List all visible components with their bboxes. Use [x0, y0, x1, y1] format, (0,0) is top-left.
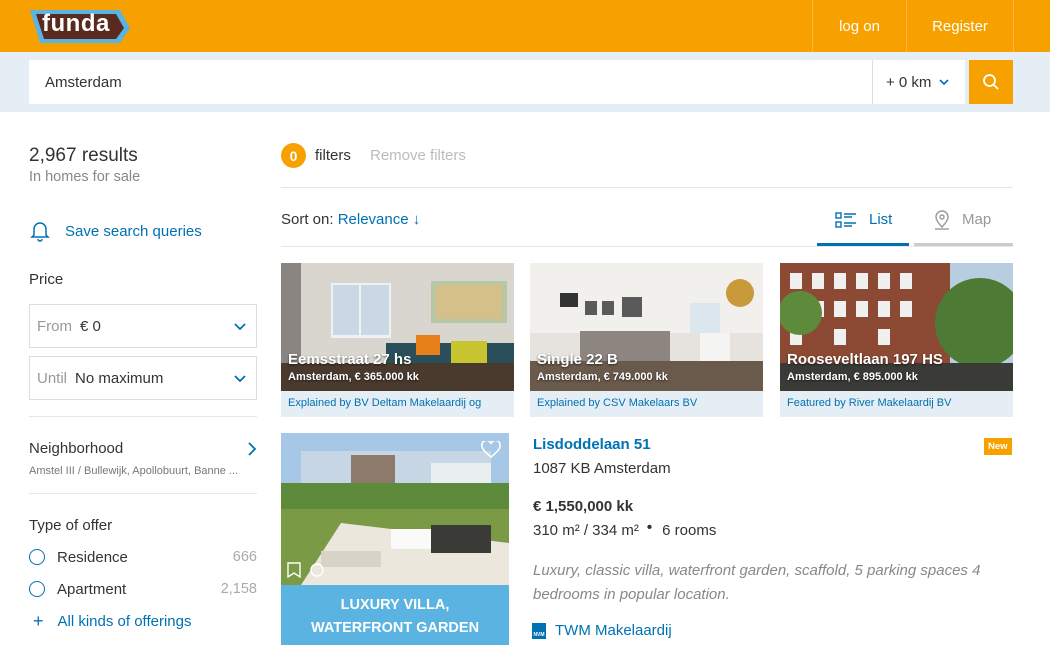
- card-subtitle: Amsterdam, € 365.000 kk: [288, 371, 419, 383]
- list-view-label: List: [869, 211, 893, 228]
- new-badge: New: [984, 438, 1012, 455]
- divider: [29, 493, 257, 494]
- separator-dot: •: [646, 519, 653, 536]
- listing-description: Luxury, classic villa, waterfront garden…: [533, 562, 981, 603]
- list-icon: [835, 211, 856, 228]
- offer-option-apartment[interactable]: Apartment 2,158: [29, 579, 257, 599]
- search-input[interactable]: [29, 60, 872, 104]
- results-count: 2,967 results: [29, 145, 138, 166]
- price-until-value: No maximum: [75, 369, 164, 387]
- plus-icon: +: [33, 611, 44, 631]
- banner-line: WATERFRONT GARDEN: [310, 620, 480, 636]
- listing-card[interactable]: Rooseveltlaan 197 HS Amsterdam, € 895.00…: [780, 263, 1013, 417]
- listing-agent-link[interactable]: NVM TWM Makelaardij: [532, 622, 672, 639]
- listing-title[interactable]: Lisdoddelaan 51: [533, 436, 651, 453]
- price-until-select[interactable]: Until No maximum: [29, 356, 257, 400]
- listing-card[interactable]: Single 22 B Amsterdam, € 749.000 kk Expl…: [530, 263, 763, 417]
- save-search-link[interactable]: Save search queries: [29, 220, 202, 242]
- listing-card[interactable]: Eemsstraat 27 hs Amsterdam, € 365.000 kk…: [281, 263, 514, 417]
- sort-select[interactable]: Relevance ↓: [338, 211, 421, 228]
- bookmark-icon: [287, 562, 301, 578]
- chevron-down-icon: [234, 375, 246, 383]
- price-from-select[interactable]: From € 0: [29, 304, 257, 348]
- banner-line: LUXURY VILLA,: [340, 597, 450, 613]
- radius-value: + 0 km: [886, 73, 932, 91]
- divider: [281, 246, 1013, 247]
- price-from-value: € 0: [80, 317, 101, 335]
- price-until-label: Until: [37, 369, 68, 387]
- chevron-right-icon[interactable]: [246, 441, 258, 457]
- filter-count-badge: 0: [281, 143, 306, 168]
- offer-option-residence[interactable]: Residence 666: [29, 547, 257, 567]
- radius-select[interactable]: + 0 km: [872, 60, 965, 104]
- chevron-down-icon: [939, 79, 950, 86]
- tab-list-view[interactable]: List: [817, 196, 909, 246]
- card-agent[interactable]: Featured by River Makelaardij BV: [780, 391, 1013, 417]
- divider: [281, 187, 1013, 188]
- price-from-label: From: [37, 317, 72, 335]
- card-agent[interactable]: Explained by BV Deltam Makelaardij og: [281, 391, 514, 417]
- sort-control: Sort on: Relevance ↓: [281, 211, 420, 228]
- offer-heading: Type of offer: [29, 517, 113, 534]
- search-icon: [983, 74, 999, 90]
- card-title: Rooseveltlaan 197 HS: [787, 351, 943, 368]
- offer-option-count: 666: [232, 549, 257, 565]
- card-agent[interactable]: Explained by CSV Makelaars BV: [530, 391, 763, 417]
- listing-price: € 1,550,000 kk: [533, 498, 634, 515]
- card-subtitle: Amsterdam, € 749.000 kk: [537, 371, 668, 383]
- search-bar: + 0 km: [0, 52, 1050, 112]
- remove-filters-link[interactable]: Remove filters: [370, 147, 466, 164]
- save-search-label: Save search queries: [65, 222, 202, 240]
- neighborhood-subtitle: Amstel III / Bullewijk, Apollobuurt, Ban…: [29, 465, 239, 477]
- offer-option-count: 2,158: [220, 581, 257, 597]
- offer-option-label: Apartment: [57, 580, 127, 598]
- all-offerings-link[interactable]: + All kinds of offerings: [33, 611, 191, 632]
- register-button[interactable]: Register: [906, 0, 1014, 52]
- photo-overlay-icons: [287, 562, 325, 578]
- map-view-label: Map: [962, 211, 992, 228]
- results-subtitle: In homes for sale: [29, 169, 141, 185]
- filters-label: filters: [315, 147, 351, 164]
- neighborhood-heading[interactable]: Neighborhood: [29, 440, 123, 457]
- site-header: funda log on Register: [0, 0, 1050, 52]
- radio-button[interactable]: [29, 581, 45, 597]
- listing-zip: 1087 KB Amsterdam: [533, 460, 671, 477]
- login-button[interactable]: log on: [812, 0, 906, 52]
- 360-view-icon: [310, 563, 324, 577]
- all-offerings-label: All kinds of offerings: [57, 613, 192, 630]
- logo-text: funda: [42, 10, 110, 37]
- divider: [29, 416, 257, 417]
- search-button[interactable]: [969, 60, 1013, 104]
- map-pin-icon: [935, 209, 949, 230]
- radio-button[interactable]: [29, 549, 45, 565]
- card-subtitle: Amsterdam, € 895.000 kk: [787, 371, 918, 383]
- card-title: Single 22 B: [537, 351, 618, 368]
- featured-banner: LUXURY VILLA, WATERFRONT GARDEN: [281, 585, 509, 645]
- listing-agent-name: TWM Makelaardij: [555, 622, 672, 639]
- price-heading: Price: [29, 271, 64, 288]
- offer-option-label: Residence: [57, 548, 128, 566]
- nvm-logo-icon: NVM: [532, 622, 546, 639]
- card-title: Eemsstraat 27 hs: [288, 351, 412, 368]
- bell-icon: [30, 222, 50, 242]
- tab-map-view[interactable]: Map: [914, 196, 1013, 246]
- listing-rooms: 6 rooms: [662, 522, 717, 539]
- listing-specs: 310 m² / 334 m² • 6 rooms: [533, 519, 717, 539]
- chevron-down-icon: [234, 323, 246, 331]
- heart-icon[interactable]: [481, 441, 501, 459]
- listing-area: 310 m² / 334 m²: [533, 522, 639, 539]
- sort-label: Sort on:: [281, 211, 334, 228]
